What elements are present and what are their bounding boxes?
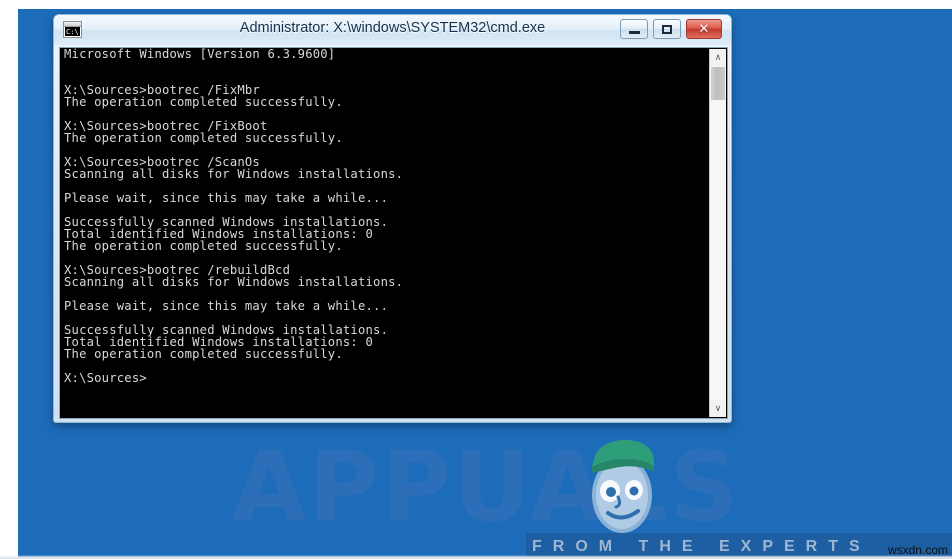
console-output-area[interactable]: Microsoft Windows [Version 6.3.9600] X:\…	[59, 47, 728, 419]
desktop-edge-left	[0, 0, 18, 559]
console-text: Microsoft Windows [Version 6.3.9600] X:\…	[64, 48, 404, 385]
scroll-up-icon[interactable]: ∧	[710, 49, 726, 66]
desktop-background: APPUALS FROM THE EXPERTS wsxdn.com C:\ A…	[0, 0, 952, 559]
close-icon: ✕	[698, 21, 710, 37]
maximize-button[interactable]	[653, 19, 681, 39]
appuals-mascot-icon	[592, 440, 655, 533]
minimize-button[interactable]	[620, 19, 648, 39]
maximize-icon	[654, 20, 680, 38]
scrollbar-track[interactable]	[710, 66, 726, 400]
cmd-window[interactable]: C:\ Administrator: X:\windows\SYSTEM32\c…	[53, 14, 732, 423]
minimize-icon	[621, 20, 647, 38]
scroll-down-icon[interactable]: ∨	[710, 400, 726, 417]
desktop-edge-bottom	[0, 555, 952, 559]
watermark: APPUALS FROM THE EXPERTS wsxdn.com	[226, 437, 952, 559]
close-button[interactable]: ✕	[686, 19, 722, 39]
watermark-brand: APPUALS	[232, 431, 741, 543]
console-scrollbar[interactable]: ∧ ∨	[709, 49, 726, 417]
scrollbar-thumb[interactable]	[711, 67, 725, 100]
watermark-tagline: FROM THE EXPERTS	[532, 538, 871, 555]
window-titlebar[interactable]: C:\ Administrator: X:\windows\SYSTEM32\c…	[54, 15, 731, 45]
desktop-edge-top	[0, 0, 952, 9]
